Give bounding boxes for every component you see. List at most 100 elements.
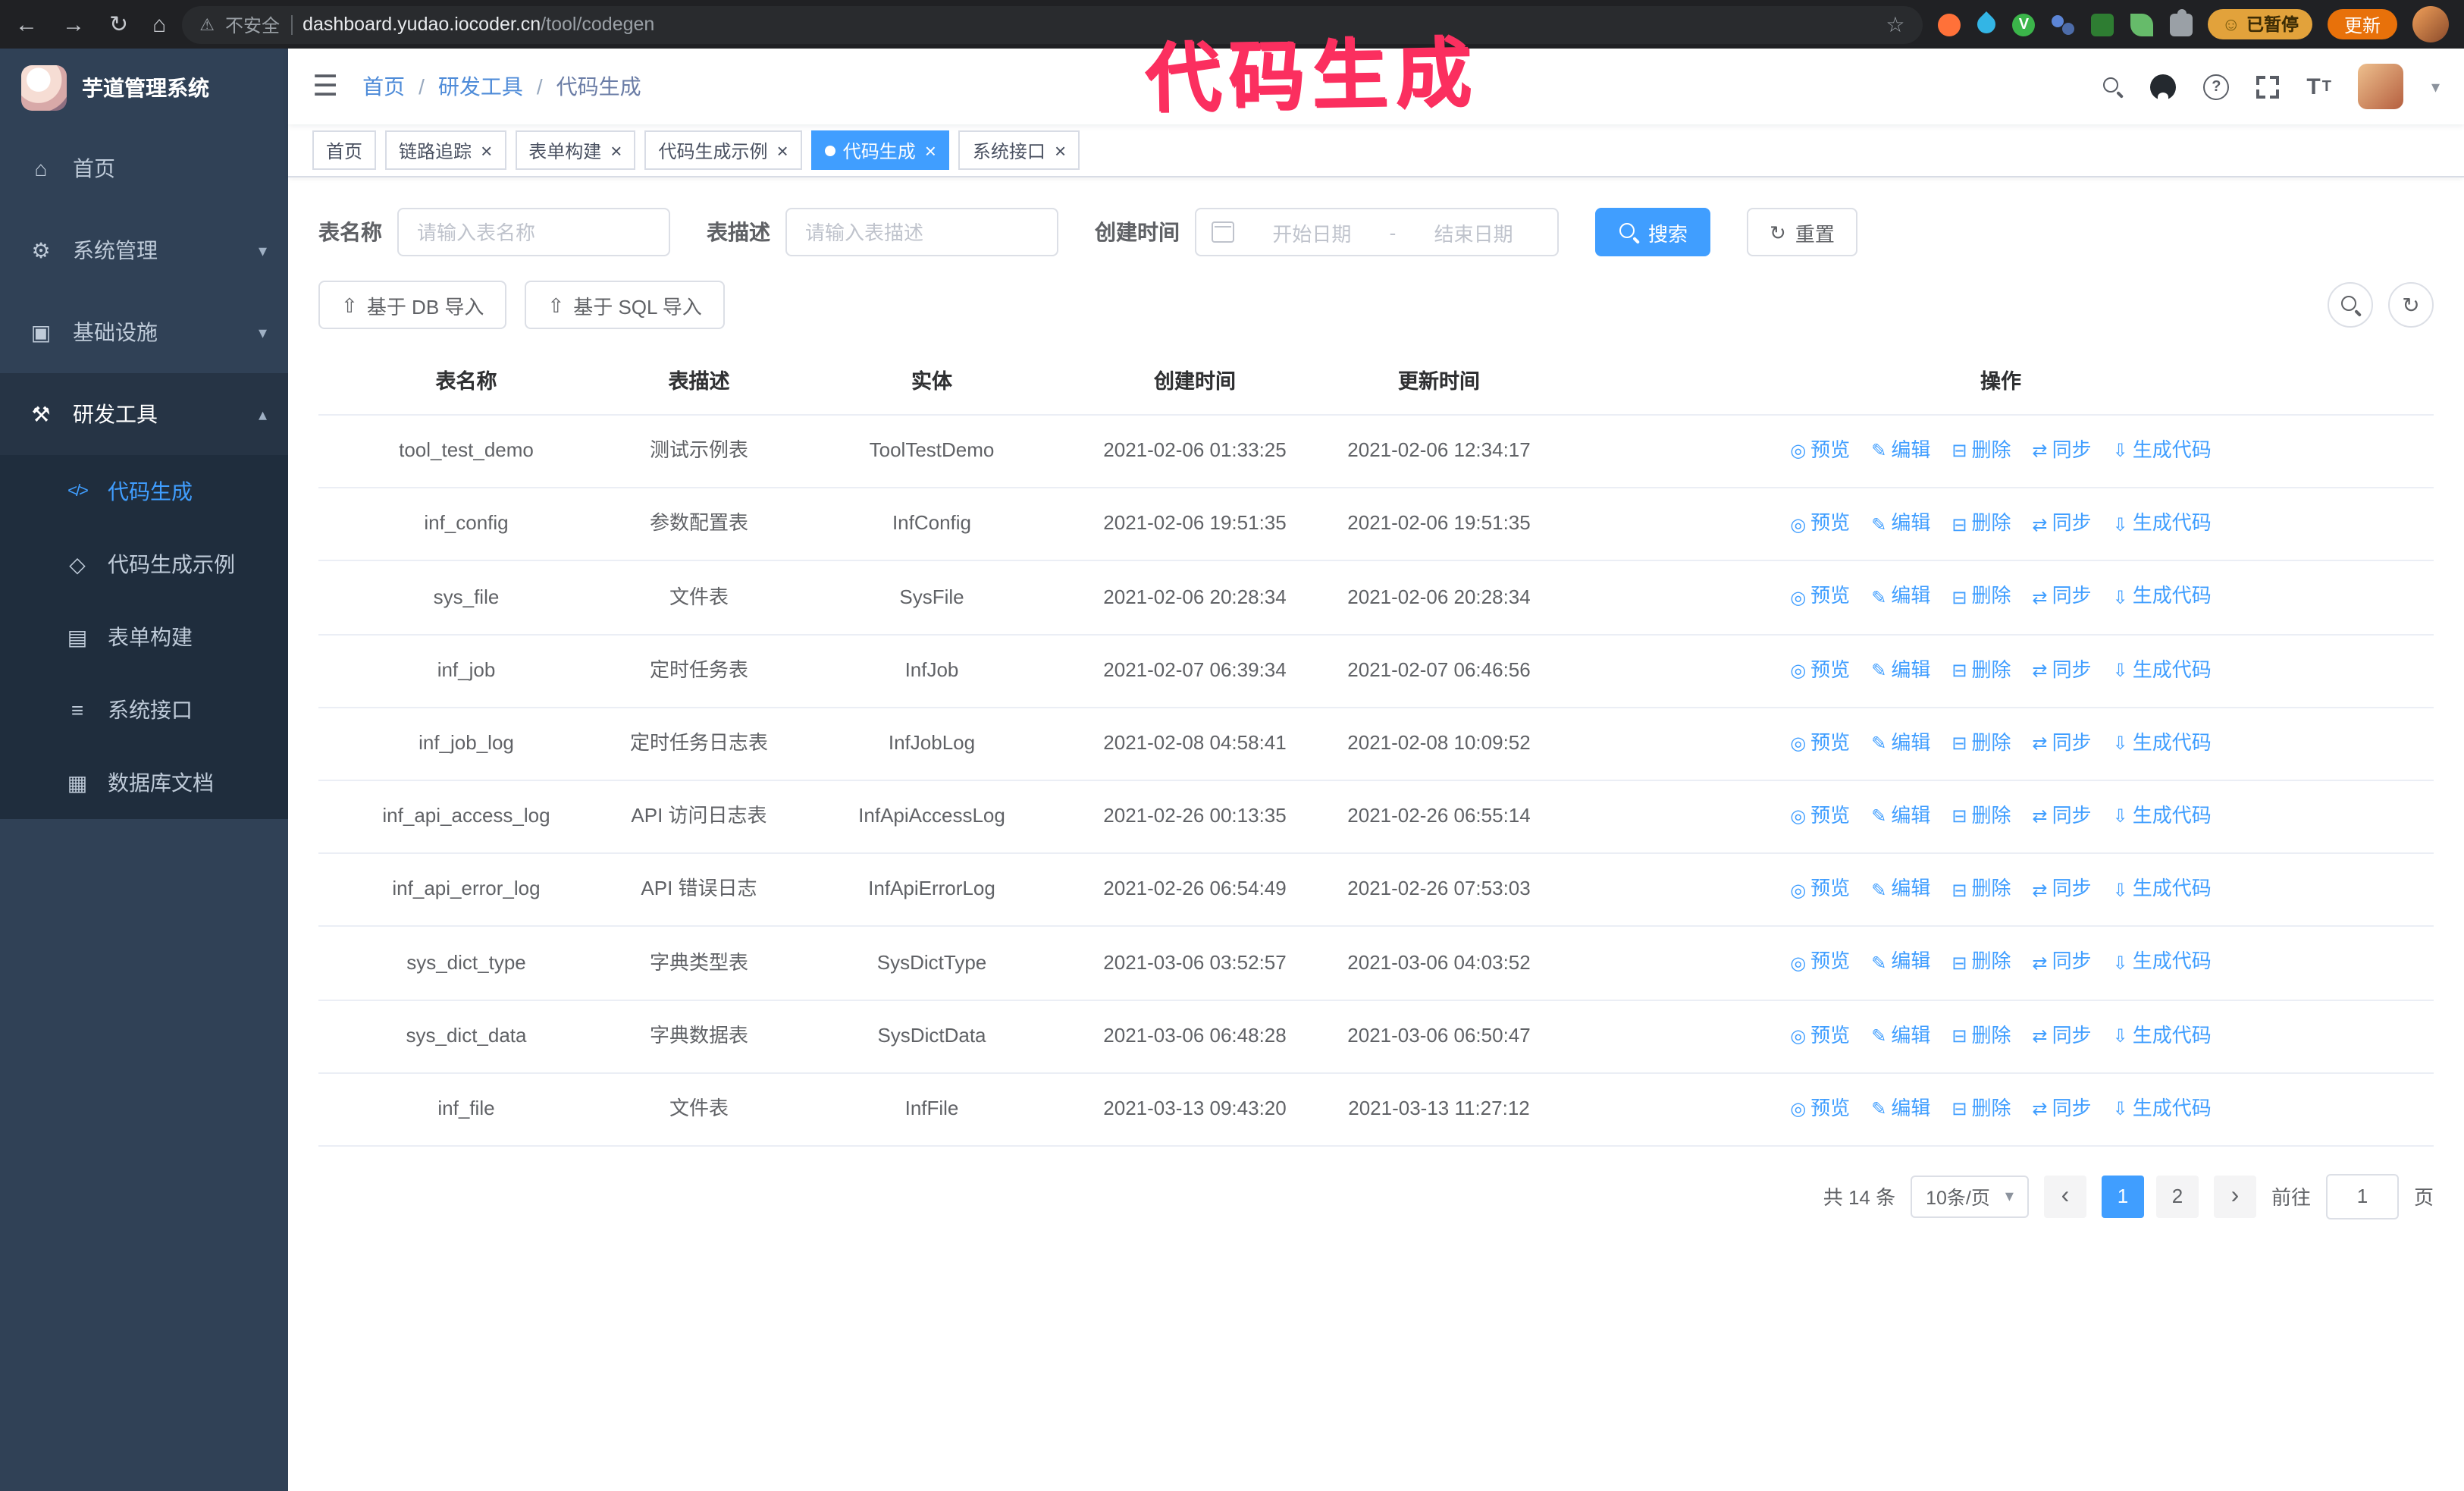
extension-icon-leaf[interactable] — [2130, 13, 2154, 36]
breadcrumb-item[interactable]: 首页 — [362, 71, 405, 102]
page-button-1[interactable]: 1 — [2101, 1175, 2144, 1218]
preview-link[interactable]: ◎ 预览 — [1790, 1020, 1850, 1052]
sync-link[interactable]: ⇄ 同步 — [2033, 654, 2092, 686]
sync-link[interactable]: ⇄ 同步 — [2033, 582, 2092, 614]
edit-link[interactable]: ✎ 编辑 — [1871, 508, 1930, 540]
update-button[interactable]: 更新 — [2327, 9, 2397, 39]
extension-icon-green-square[interactable] — [2091, 13, 2114, 36]
user-avatar[interactable] — [2358, 64, 2404, 109]
generate-link[interactable]: ⇩ 生成代码 — [2113, 654, 2212, 686]
preview-link[interactable]: ◎ 预览 — [1790, 1093, 1850, 1125]
edit-link[interactable]: ✎ 编辑 — [1871, 728, 1930, 760]
close-tab-icon[interactable]: × — [777, 140, 788, 160]
forward-button[interactable]: → — [62, 13, 85, 36]
close-tab-icon[interactable]: × — [610, 140, 622, 160]
import-sql-button[interactable]: ⇧ 基于 SQL 导入 — [525, 281, 725, 329]
browser-profile-avatar[interactable] — [2412, 6, 2449, 42]
delete-link[interactable]: ⊟ 删除 — [1951, 801, 2011, 833]
close-tab-icon[interactable]: × — [481, 140, 492, 160]
sidebar-item-dev-tools[interactable]: ⚒ 研发工具 — [0, 373, 288, 455]
sync-link[interactable]: ⇄ 同步 — [2033, 1093, 2092, 1125]
preview-link[interactable]: ◎ 预览 — [1790, 874, 1850, 906]
generate-link[interactable]: ⇩ 生成代码 — [2113, 874, 2212, 906]
sync-link[interactable]: ⇄ 同步 — [2033, 728, 2092, 760]
delete-link[interactable]: ⊟ 删除 — [1951, 508, 2011, 540]
address-bar[interactable]: ⚠ 不安全 dashboard.yudao.iocoder.cn/tool/co… — [181, 5, 1923, 43]
preview-link[interactable]: ◎ 预览 — [1790, 435, 1850, 467]
edit-link[interactable]: ✎ 编辑 — [1871, 582, 1930, 614]
toggle-search-button[interactable] — [2328, 282, 2373, 328]
help-icon[interactable]: ? — [2203, 74, 2230, 99]
edit-link[interactable]: ✎ 编辑 — [1871, 1020, 1930, 1052]
preview-link[interactable]: ◎ 预览 — [1790, 947, 1850, 979]
generate-link[interactable]: ⇩ 生成代码 — [2113, 1020, 2212, 1052]
fullscreen-icon[interactable] — [2256, 75, 2280, 98]
tab-form-builder[interactable]: 表单构建 × — [515, 130, 636, 170]
browser-home-button[interactable]: ⌂ — [152, 13, 166, 36]
table-desc-input[interactable] — [785, 208, 1058, 256]
edit-link[interactable]: ✎ 编辑 — [1871, 874, 1930, 906]
font-size-icon[interactable] — [2306, 74, 2331, 99]
sync-link[interactable]: ⇄ 同步 — [2033, 508, 2092, 540]
delete-link[interactable]: ⊟ 删除 — [1951, 1093, 2011, 1125]
tab-trace[interactable]: 链路追踪 × — [385, 130, 506, 170]
tab-codegen[interactable]: 代码生成 × — [810, 130, 950, 170]
table-name-input[interactable] — [397, 208, 670, 256]
preview-link[interactable]: ◎ 预览 — [1790, 508, 1850, 540]
edit-link[interactable]: ✎ 编辑 — [1871, 947, 1930, 979]
extension-icon-people[interactable] — [2052, 13, 2075, 36]
close-tab-icon[interactable]: × — [1055, 140, 1066, 160]
search-icon[interactable] — [2102, 76, 2123, 97]
delete-link[interactable]: ⊟ 删除 — [1951, 435, 2011, 467]
sync-link[interactable]: ⇄ 同步 — [2033, 1020, 2092, 1052]
generate-link[interactable]: ⇩ 生成代码 — [2113, 728, 2212, 760]
extension-icon-v[interactable]: V — [2012, 13, 2036, 36]
sync-link[interactable]: ⇄ 同步 — [2033, 874, 2092, 906]
edit-link[interactable]: ✎ 编辑 — [1871, 435, 1930, 467]
page-button-2[interactable]: 2 — [2155, 1175, 2199, 1218]
security-label[interactable]: 不安全 — [225, 11, 280, 37]
search-button[interactable]: 搜索 — [1595, 208, 1711, 256]
breadcrumb-item[interactable]: 代码生成 — [556, 71, 641, 102]
sync-link[interactable]: ⇄ 同步 — [2033, 947, 2092, 979]
delete-link[interactable]: ⊟ 删除 — [1951, 728, 2011, 760]
edit-link[interactable]: ✎ 编辑 — [1871, 1093, 1930, 1125]
breadcrumb-item[interactable]: 研发工具 — [438, 71, 523, 102]
tab-codegen-example[interactable]: 代码生成示例 × — [644, 130, 802, 170]
sync-link[interactable]: ⇄ 同步 — [2033, 435, 2092, 467]
preview-link[interactable]: ◎ 预览 — [1790, 654, 1850, 686]
edit-link[interactable]: ✎ 编辑 — [1871, 654, 1930, 686]
reset-button[interactable]: ↻ 重置 — [1747, 208, 1857, 256]
delete-link[interactable]: ⊟ 删除 — [1951, 582, 2011, 614]
delete-link[interactable]: ⊟ 删除 — [1951, 874, 2011, 906]
sidebar-subitem-code-generation-example[interactable]: ◇ 代码生成示例 — [0, 528, 288, 601]
extension-icon-drop[interactable] — [1973, 11, 2000, 37]
sidebar-subitem-system-api[interactable]: ≡ 系统接口 — [0, 673, 288, 746]
sidebar-item-system-management[interactable]: ⚙ 系统管理 — [0, 209, 288, 291]
sidebar-item-infrastructure[interactable]: ▣ 基础设施 — [0, 291, 288, 373]
page-size-select[interactable]: 10条/页 ▾ — [1911, 1175, 2029, 1218]
generate-link[interactable]: ⇩ 生成代码 — [2113, 582, 2212, 614]
goto-page-input[interactable] — [2325, 1173, 2399, 1219]
sync-link[interactable]: ⇄ 同步 — [2033, 801, 2092, 833]
paused-badge[interactable]: ☺ 已暂停 — [2208, 9, 2312, 39]
extension-icon-fox[interactable] — [1938, 13, 1961, 36]
next-page-button[interactable]: › — [2213, 1175, 2256, 1218]
delete-link[interactable]: ⊟ 删除 — [1951, 947, 2011, 979]
extensions-puzzle-icon[interactable] — [2170, 8, 2193, 36]
sidebar-subitem-database-doc[interactable]: ▦ 数据库文档 — [0, 746, 288, 819]
delete-link[interactable]: ⊟ 删除 — [1951, 1020, 2011, 1052]
chevron-down-icon[interactable]: ▾ — [2431, 77, 2440, 96]
generate-link[interactable]: ⇩ 生成代码 — [2113, 508, 2212, 540]
generate-link[interactable]: ⇩ 生成代码 — [2113, 801, 2212, 833]
reload-button[interactable]: ↻ — [109, 13, 128, 36]
tab-system-api[interactable]: 系统接口 × — [958, 130, 1080, 170]
generate-link[interactable]: ⇩ 生成代码 — [2113, 435, 2212, 467]
delete-link[interactable]: ⊟ 删除 — [1951, 654, 2011, 686]
preview-link[interactable]: ◎ 预览 — [1790, 728, 1850, 760]
prev-page-button[interactable]: ‹ — [2043, 1175, 2086, 1218]
app-logo[interactable]: 芋道管理系统 — [0, 49, 288, 127]
tab-home[interactable]: 首页 — [312, 130, 377, 170]
preview-link[interactable]: ◎ 预览 — [1790, 582, 1850, 614]
close-tab-icon[interactable]: × — [925, 140, 936, 160]
